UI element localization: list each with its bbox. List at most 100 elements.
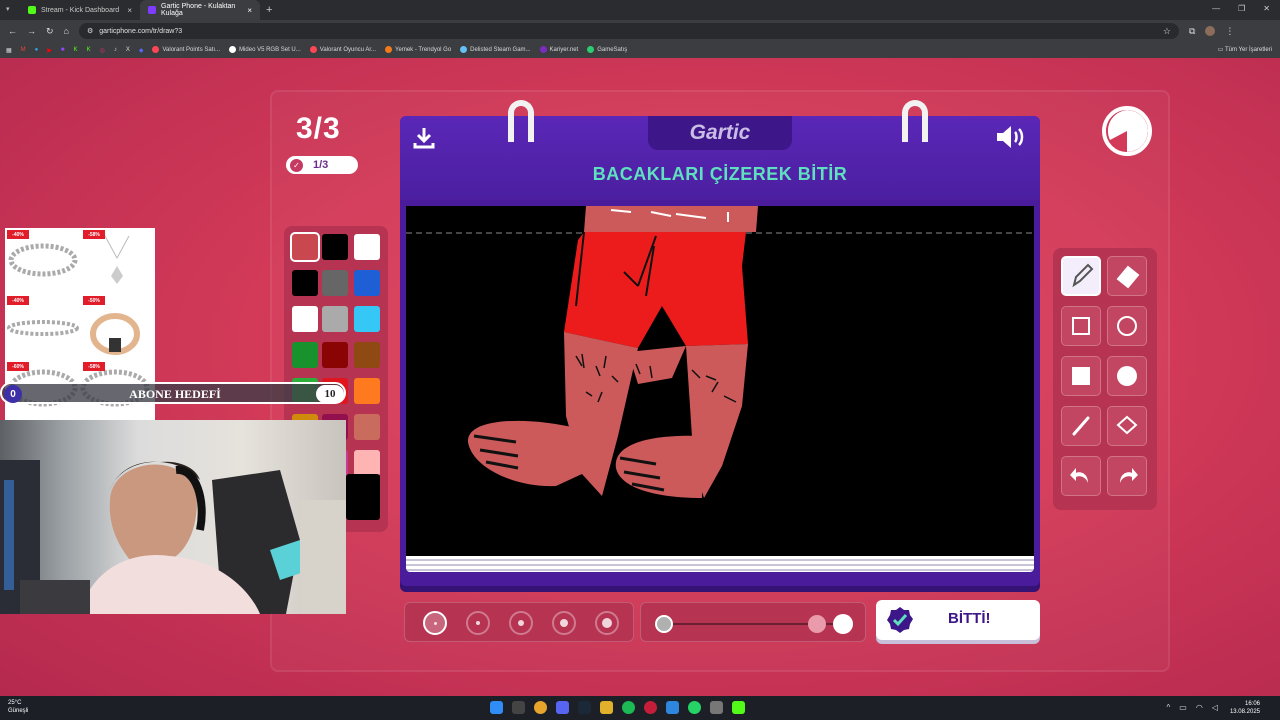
discount-badge: -58%	[83, 362, 105, 371]
brush-size-option[interactable]	[509, 611, 533, 635]
fill-bucket-tool-button[interactable]	[1107, 406, 1147, 446]
theme-toggle-icon[interactable]	[1102, 106, 1152, 156]
tray-chevron-icon[interactable]: ^	[1167, 703, 1171, 712]
discord-icon[interactable]	[556, 701, 569, 714]
taskbar-clock[interactable]: 16:06 13.08.2025	[1230, 700, 1260, 716]
bookmark-star-icon[interactable]: ☆	[1163, 26, 1171, 37]
color-swatch[interactable]	[354, 342, 380, 368]
line-tool-button[interactable]	[1061, 406, 1101, 446]
new-tab-icon[interactable]: +	[266, 4, 272, 16]
color-swatch[interactable]	[292, 270, 318, 296]
sound-icon[interactable]	[994, 122, 1028, 152]
gmail-bookmark-icon[interactable]: M	[21, 47, 26, 53]
current-color-preview	[346, 474, 380, 520]
bookmark-5[interactable]: Kariyer.net	[539, 46, 578, 54]
tab-kick-dashboard[interactable]: Stream - Kick Dashboard ×	[20, 0, 140, 20]
back-icon[interactable]: ←	[8, 26, 17, 36]
bookmark-0[interactable]: Valorant Points Satı...	[152, 46, 220, 54]
start-icon[interactable]	[490, 701, 503, 714]
kick-studio-bookmark-icon[interactable]: K	[87, 47, 91, 53]
minimize-icon[interactable]: —	[1212, 4, 1220, 13]
task-prompt: BACAKLARI ÇİZEREK BİTİR	[592, 164, 848, 184]
eraser-tool-button[interactable]	[1107, 256, 1147, 296]
tab-gartic-phone[interactable]: Gartic Phone - Kulaktan Kulağa ×	[140, 0, 260, 20]
twitch-bookmark-icon[interactable]: ■	[61, 47, 65, 53]
kick-app-icon[interactable]	[732, 701, 745, 714]
brush-size-option[interactable]	[466, 611, 490, 635]
color-swatch[interactable]	[354, 378, 380, 404]
circle-filled-tool-button[interactable]	[1107, 356, 1147, 396]
close-tab-icon[interactable]: ×	[247, 6, 252, 15]
brush-size-option[interactable]	[423, 611, 447, 635]
color-swatch[interactable]	[354, 234, 380, 260]
reload-icon[interactable]: ↻	[46, 26, 54, 37]
check-badge-icon	[886, 606, 914, 639]
network-icon[interactable]: ▭	[1179, 703, 1187, 712]
download-icon[interactable]	[410, 124, 438, 152]
pencil-tool-button[interactable]	[1061, 256, 1101, 296]
steam-icon[interactable]	[578, 701, 591, 714]
color-swatch[interactable]	[290, 232, 320, 262]
color-swatch[interactable]	[322, 306, 348, 332]
telegram-bookmark-icon[interactable]: ●	[35, 47, 39, 53]
color-swatch[interactable]	[354, 270, 380, 296]
whatsapp-icon[interactable]	[688, 701, 701, 714]
close-window-icon[interactable]: ✕	[1263, 4, 1270, 13]
maximize-icon[interactable]: ❐	[1238, 4, 1245, 13]
search-icon[interactable]	[512, 701, 525, 714]
color-swatch[interactable]	[354, 306, 380, 332]
instagram-bookmark-icon[interactable]: ◎	[100, 47, 105, 54]
circle-outline-tool-button[interactable]	[1107, 306, 1147, 346]
apps-icon[interactable]: ▦	[6, 47, 12, 54]
home-icon[interactable]: ⌂	[64, 26, 69, 36]
volume-icon[interactable]: ◁	[1212, 703, 1218, 712]
url-input[interactable]: ⚙ garticphone.com/tr/draw?3 ☆	[78, 23, 1179, 39]
all-bookmarks-folder[interactable]: ▭ Tüm Yer İşaretleri	[1218, 46, 1272, 53]
brush-size-option[interactable]	[595, 611, 619, 635]
site-info-icon[interactable]: ⚙	[87, 27, 93, 35]
square-outline-tool-button[interactable]	[1061, 306, 1101, 346]
wifi-icon[interactable]: ◠	[1196, 703, 1203, 712]
discord-bookmark-icon[interactable]: ◆	[139, 47, 144, 54]
sub-goal-label: ABONE HEDEFİ	[129, 387, 221, 401]
forward-icon[interactable]: →	[27, 26, 36, 36]
color-swatch[interactable]	[354, 414, 380, 440]
kick-bookmark-icon[interactable]: K	[74, 47, 78, 53]
bookmark-1[interactable]: Mideo V5 RGB Set U...	[229, 46, 301, 54]
menu-icon[interactable]: ⋮	[1225, 26, 1234, 37]
opacity-slider[interactable]	[640, 602, 866, 642]
close-tab-icon[interactable]: ×	[127, 6, 132, 15]
color-swatch[interactable]	[322, 270, 348, 296]
settings-gear-icon[interactable]	[710, 701, 723, 714]
tab-search-icon[interactable]: ▾	[6, 5, 10, 13]
bookmark-4[interactable]: Delisted Steam Gam...	[460, 46, 531, 54]
square-filled-tool-button[interactable]	[1061, 356, 1101, 396]
photos-icon[interactable]	[666, 701, 679, 714]
bookmark-2[interactable]: Valorant Oyuncu Ar...	[309, 46, 376, 54]
redo-tool-button[interactable]	[1107, 456, 1147, 496]
opacity-handle[interactable]	[808, 615, 826, 633]
youtube-bookmark-icon[interactable]: ▶	[47, 47, 52, 54]
bookmark-6[interactable]: GameSatış	[587, 46, 627, 54]
profile-avatar-icon[interactable]	[1205, 26, 1216, 36]
weather-widget[interactable]: 25°C Güneşli	[8, 699, 28, 715]
line-icon	[1072, 416, 1090, 436]
brush-size-option[interactable]	[552, 611, 576, 635]
folder-icon: ▭	[1217, 47, 1225, 53]
color-swatch[interactable]	[292, 306, 318, 332]
color-swatch[interactable]	[322, 234, 348, 260]
color-swatch[interactable]	[322, 342, 348, 368]
tiktok-bookmark-icon[interactable]: ♪	[114, 47, 117, 53]
x-bookmark-icon[interactable]: X	[126, 47, 130, 53]
obs-icon[interactable]	[644, 701, 657, 714]
color-swatch[interactable]	[354, 450, 380, 476]
file-explorer-icon[interactable]	[600, 701, 613, 714]
color-swatch[interactable]	[292, 342, 318, 368]
undo-tool-button[interactable]	[1061, 456, 1101, 496]
done-button[interactable]: BİTTİ!	[876, 600, 1040, 640]
bookmark-3[interactable]: Yemek - Trendyol Go	[385, 46, 451, 54]
spotify-icon[interactable]	[622, 701, 635, 714]
extensions-icon[interactable]: ⧉	[1189, 26, 1195, 37]
drawing-canvas[interactable]	[406, 206, 1034, 556]
chrome-icon[interactable]	[534, 701, 547, 714]
